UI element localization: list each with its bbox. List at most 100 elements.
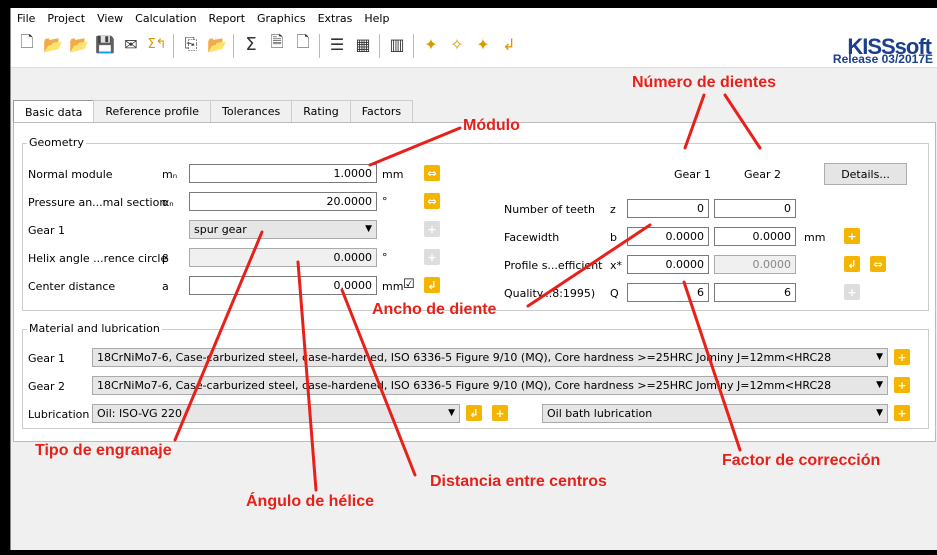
gear1-type-value: spur gear [194,223,247,236]
menu-help[interactable]: Help [364,12,389,25]
gear2-column-header: Gear 2 [744,168,782,181]
report-view-icon[interactable]: 🗋 [291,32,315,56]
plus-icon: + [424,221,440,237]
pressure-angle-label: Pressure an...mal section [28,196,167,209]
plus-icon: + [844,284,860,300]
back-arrow-icon[interactable]: ↲ [497,32,521,56]
menu-file[interactable]: File [17,12,35,25]
calculate-sum-icon[interactable]: Σ [239,32,263,56]
helix-angle-input[interactable]: 0.0000 [189,248,377,267]
quality-gear2-input[interactable]: 6 [714,283,796,302]
toolbar-separator [413,34,414,58]
report-icon[interactable]: 🗎 [265,32,289,56]
details-button[interactable]: Details... [824,163,907,185]
import-folder-icon[interactable]: 📂 [205,32,229,56]
tab-reference-profile[interactable]: Reference profile [93,100,212,122]
plus-icon[interactable]: + [894,405,910,421]
wizard-icon[interactable]: ✧ [445,32,469,56]
number-of-teeth-label: Number of teeth [504,203,595,216]
tab-bar: Basic data Reference profile Tolerances … [13,100,414,123]
toolbar-separator [319,34,320,58]
center-distance-input[interactable]: 0.0000 [189,276,377,295]
material-gear1-value: 18CrNiMo7-6, Case-carburized steel, case… [97,351,832,364]
normal-module-label: Normal module [28,168,113,181]
tab-tolerances[interactable]: Tolerances [210,100,293,122]
lubrication-method-value: Oil bath lubrication [547,407,653,420]
chevron-down-icon: ▼ [365,224,372,234]
annotation-distancia-centros: Distancia entre centros [430,473,607,490]
center-distance-checkbox[interactable]: ☑ [403,277,415,292]
helix-angle-symbol: β [162,252,170,265]
menu-project[interactable]: Project [47,12,85,25]
tips-icon[interactable]: ✦ [419,32,443,56]
material-gear2-value: 18CrNiMo7-6, Case-carburized steel, case… [97,379,832,392]
wizard-alt-icon[interactable]: ✦ [471,32,495,56]
lubrication-select[interactable]: Oil: ISO-VG 220 ▼ [92,404,460,423]
open-example-icon[interactable]: 📂 [67,32,91,56]
facewidth-gear2-input[interactable]: 0.0000 [714,227,796,246]
teeth-gear1-input[interactable]: 0 [627,199,709,218]
teeth-gear2-input[interactable]: 0 [714,199,796,218]
tab-rating[interactable]: Rating [291,100,351,122]
plus-icon[interactable]: + [844,228,860,244]
menu-report[interactable]: Report [209,12,245,25]
helix-angle-unit: ° [382,251,388,264]
profile-shift-gear2-input[interactable]: 0.0000 [714,255,796,274]
calculator-icon[interactable]: ▦ [351,32,375,56]
lubrication-method-select[interactable]: Oil bath lubrication ▼ [542,404,888,423]
menu-view[interactable]: View [97,12,123,25]
geometry-title: Geometry [27,136,86,149]
menu-extras[interactable]: Extras [318,12,353,25]
plus-icon[interactable]: + [894,377,910,393]
mail-icon[interactable]: ✉ [119,32,143,56]
convert-arrows-icon[interactable]: ⇔ [870,256,886,272]
new-file-icon[interactable]: 🗋 [15,32,39,56]
quality-gear1-input[interactable]: 6 [627,283,709,302]
material-gear2-select[interactable]: 18CrNiMo7-6, Case-carburized steel, case… [92,376,888,395]
pressure-angle-unit: ° [382,195,388,208]
convert-arrows-icon[interactable]: ⇔ [424,165,440,181]
profile-shift-gear1-input[interactable]: 0.0000 [627,255,709,274]
normal-module-unit: mm [382,168,404,181]
profile-shift-symbol: x* [610,259,623,272]
list-icon[interactable]: ☰ [325,32,349,56]
material-title: Material and lubrication [27,322,162,335]
lubrication-label: Lubrication [28,408,90,421]
sizing-arrow-icon[interactable]: ↲ [844,256,860,272]
plus-icon[interactable]: + [492,405,508,421]
sizing-arrow-icon[interactable]: ↲ [466,405,482,421]
chevron-down-icon: ▼ [876,380,883,390]
lubrication-value: Oil: ISO-VG 220 [97,407,183,420]
convert-arrows-icon[interactable]: ⇔ [424,193,440,209]
normal-module-input[interactable]: 1.0000 [189,164,377,183]
basic-data-panel: Geometry Normal module mₙ 1.0000 mm ⇔ Pr… [13,122,936,442]
material-gear1-select[interactable]: 18CrNiMo7-6, Case-carburized steel, case… [92,348,888,367]
sizing-arrow-icon[interactable]: ↲ [424,277,440,293]
toolbar: 🗋 📂 📂 💾 ✉ Σ↰ ⎘ 📂 Σ 🗎 🗋 ☰ ▦ ▥ ✦ ✧ ✦ ↲ KIS… [11,28,937,68]
menu-calculation[interactable]: Calculation [135,12,196,25]
sizing-icon: + [424,249,440,265]
annotation-factor-correccion: Factor de corrección [722,452,881,469]
facewidth-label: Facewidth [504,231,560,244]
annotation-numero-dientes: Número de dientes [632,74,777,91]
gear1-column-header: Gear 1 [674,168,712,181]
menu-bar: File Project View Calculation Report Gra… [11,8,937,28]
open-folder-icon[interactable]: 📂 [41,32,65,56]
menu-graphics[interactable]: Graphics [257,12,306,25]
facewidth-gear1-input[interactable]: 0.0000 [627,227,709,246]
toolbar-separator [173,34,174,58]
material-gear2-label: Gear 2 [28,380,66,393]
tab-basic-data[interactable]: Basic data [13,100,95,123]
annotation-ancho-diente: Ancho de diente [372,301,497,318]
plus-icon[interactable]: + [894,349,910,365]
annotation-modulo: Módulo [463,117,520,134]
pressure-angle-symbol: αₙ [162,196,174,209]
tab-factors[interactable]: Factors [349,100,414,122]
sum-back-icon[interactable]: Σ↰ [145,32,169,56]
gear1-type-select[interactable]: spur gear ▼ [189,220,377,239]
columns-icon[interactable]: ▥ [385,32,409,56]
save-icon[interactable]: 💾 [93,32,117,56]
pressure-angle-input[interactable]: 20.0000 [189,192,377,211]
chevron-down-icon: ▼ [876,352,883,362]
copy-icon[interactable]: ⎘ [179,32,203,56]
